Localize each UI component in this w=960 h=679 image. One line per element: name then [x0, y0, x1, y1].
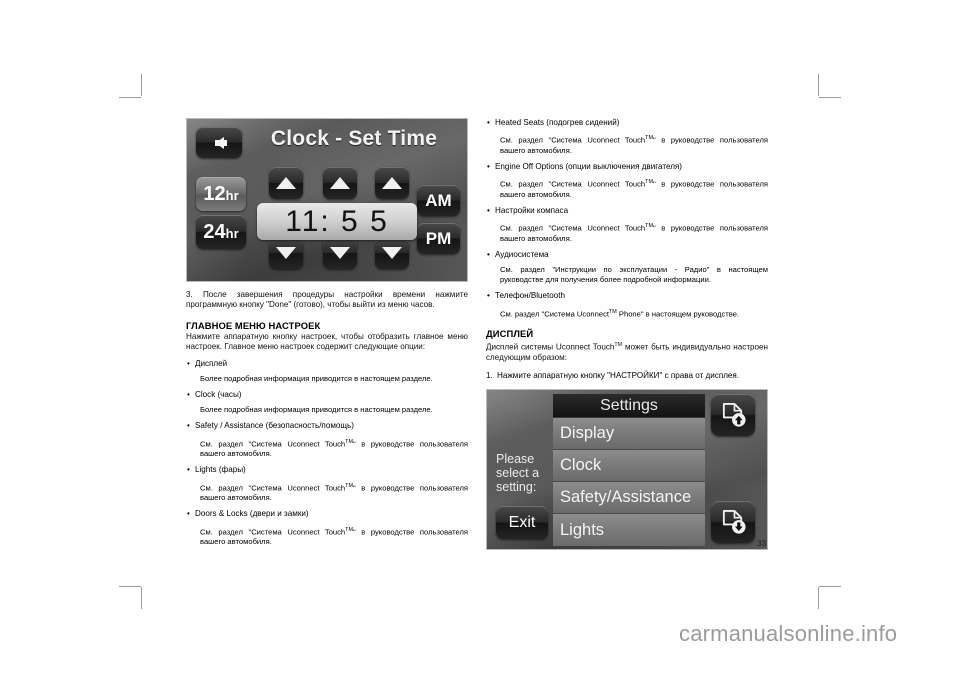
am-label: AM — [425, 190, 452, 210]
minute-ones-increment-button[interactable] — [375, 167, 409, 199]
step-1-text: 1. Нажмите аппаратную кнопку "НАСТРОЙКИ" … — [486, 371, 768, 381]
am-button[interactable]: AM — [417, 185, 460, 216]
list-item-note: См. раздел "Система Uconnect TouchTM" в … — [186, 481, 468, 504]
page-number: 33 — [757, 538, 767, 548]
time-display-field[interactable]: 11: 5 5 — [257, 203, 417, 240]
trademark-mark: TM — [645, 223, 653, 230]
cropmark-top-right-v — [818, 74, 819, 96]
menu-item-safety-assistance[interactable]: Safety/Assistance — [553, 482, 705, 515]
list-item: Телефон/Bluetooth — [486, 291, 768, 302]
format-24hr-button[interactable]: 24hr — [196, 215, 246, 249]
hour-increment-button[interactable] — [269, 167, 303, 199]
display-section-heading: ДИСПЛЕЙ — [486, 328, 534, 340]
pm-button[interactable]: PM — [417, 223, 460, 254]
note-pre: См. раздел "Система Uconnect Touch — [200, 483, 346, 493]
chevron-up-icon — [382, 177, 402, 189]
list-item-note: Более подробная информация приводится в … — [200, 405, 433, 415]
watermark: carmanualsonline.info — [679, 621, 898, 646]
step-1-number: 1. — [486, 370, 493, 380]
list-item-note: См. раздел "Система Uconnect TouchTM" в … — [186, 437, 468, 460]
settings-prompt-text: Please select a setting: — [496, 452, 540, 495]
cropmark-bottom-right-v — [818, 587, 819, 609]
trademark-mark: TM — [345, 526, 353, 533]
format-12hr-label: 12hr — [203, 183, 239, 205]
page-up-icon — [722, 402, 746, 427]
settings-menu-list: Settings Display Clock Safety/Assistance… — [553, 394, 705, 547]
list-item-note: См. раздел "Система UconnectTM Phone" в … — [486, 307, 768, 320]
arrow-left-icon — [214, 136, 227, 149]
step-3-text: 3. После завершения процедуры настройки … — [186, 290, 468, 310]
step-1-body: Нажмите аппаратную кнопку "НАСТРОЙКИ" с … — [497, 370, 740, 380]
format-24hr-unit: hr — [225, 226, 239, 241]
menu-item-lights[interactable]: Lights — [553, 514, 705, 547]
note-post: Phone" в настоящем руководстве. — [616, 309, 740, 319]
list-item: Engine Off Options (опции выключения дви… — [486, 162, 768, 173]
settings-menu-title: Settings — [553, 394, 705, 419]
pm-label: PM — [425, 228, 452, 248]
list-item-note: Более подробная информация приводится в … — [200, 374, 433, 384]
format-12hr-unit: hr — [225, 188, 239, 203]
minute-ones-decrement-button[interactable] — [375, 237, 409, 269]
trademark-mark: TM — [609, 308, 617, 315]
list-item: Настройки компаса — [486, 206, 768, 217]
exit-button[interactable]: Exit — [496, 506, 548, 540]
list-item: Lights (фары) — [186, 465, 468, 476]
note-pre: См. раздел "Система Uconnect Touch — [500, 135, 646, 145]
cropmark-bottom-left-h — [119, 586, 141, 587]
list-item: Clock (часы) — [186, 390, 468, 401]
cropmark-bottom-left-v — [141, 587, 142, 609]
list-item-note: См. раздел "Система Uconnect TouchTM" в … — [186, 525, 468, 548]
chevron-up-icon — [276, 177, 296, 189]
note-pre: См. раздел "Система Uconnect Touch — [500, 179, 646, 189]
exit-label: Exit — [508, 513, 536, 531]
clock-set-time-illustration: Clock - Set Time 12hr 24hr 11: 5 5 AM PM — [186, 118, 468, 282]
hour-decrement-button[interactable] — [269, 237, 303, 269]
cropmark-bottom-right-h — [819, 586, 841, 587]
page-down-icon — [722, 509, 746, 534]
minute-tens-decrement-button[interactable] — [323, 237, 357, 269]
main-settings-menu-intro: Нажмите аппаратную кнопку настроек, чтоб… — [186, 331, 468, 352]
cropmark-top-right-h — [819, 97, 841, 98]
back-button[interactable] — [196, 127, 242, 158]
minute-tens-increment-button[interactable] — [323, 167, 357, 199]
trademark-mark: TM — [645, 135, 653, 142]
left-column: Clock - Set Time 12hr 24hr 11: 5 5 AM PM… — [186, 118, 468, 547]
list-item: Doors & Locks (двери и замки) — [186, 509, 468, 520]
list-item: Дисплей — [186, 359, 468, 370]
note-pre: См. раздел "Система Uconnect Touch — [200, 439, 346, 449]
note-pre: См. раздел "Система Uconnect — [500, 309, 610, 319]
chevron-down-icon — [276, 247, 296, 259]
note-pre: См. раздел "Система Uconnect Touch — [200, 527, 346, 537]
format-24hr-label: 24hr — [203, 221, 239, 243]
page-up-button[interactable] — [711, 394, 755, 437]
clock-screen-title: Clock - Set Time — [270, 127, 438, 150]
cropmark-top-left-v — [141, 74, 142, 96]
right-column: Heated Seats (подогрев сидений) См. разд… — [486, 118, 768, 551]
trademark-mark: TM — [645, 179, 653, 186]
main-settings-menu-heading: ГЛАВНОЕ МЕНЮ НАСТРОЕК — [186, 319, 321, 331]
manual-page: Clock - Set Time 12hr 24hr 11: 5 5 AM PM… — [186, 118, 774, 570]
trademark-mark: TM — [345, 482, 353, 489]
chevron-down-icon — [382, 247, 402, 259]
format-12hr-button[interactable]: 12hr — [196, 177, 246, 211]
trademark-mark: TM — [345, 438, 353, 445]
list-item-note: См. раздел "Инструкции по эксплуатации -… — [500, 265, 768, 285]
settings-menu-illustration: Please select a setting: Exit Settings D… — [486, 389, 768, 551]
list-item: Heated Seats (подогрев сидений) — [486, 118, 768, 129]
list-item-note: См. раздел "Система Uconnect TouchTM" в … — [486, 133, 768, 156]
list-item-note: См. раздел "Система Uconnect TouchTM" в … — [486, 221, 768, 244]
note-pre: См. раздел "Система Uconnect Touch — [500, 223, 646, 233]
cropmark-top-left-h — [119, 97, 141, 98]
list-item: Аудиосистема — [486, 250, 768, 261]
display-section-intro: Дисплей системы Uconnect TouchTM может б… — [486, 340, 768, 364]
chevron-up-icon — [330, 177, 350, 189]
list-item-note: См. раздел "Система Uconnect TouchTM" в … — [486, 177, 768, 200]
chevron-down-icon — [330, 247, 350, 259]
menu-item-display[interactable]: Display — [553, 418, 705, 451]
page-down-button[interactable] — [711, 501, 755, 544]
intro-pre: Дисплей системы Uconnect Touch — [486, 342, 615, 352]
list-item: Safety / Assistance (безопасность/помощь… — [186, 421, 468, 432]
menu-item-clock[interactable]: Clock — [553, 450, 705, 483]
